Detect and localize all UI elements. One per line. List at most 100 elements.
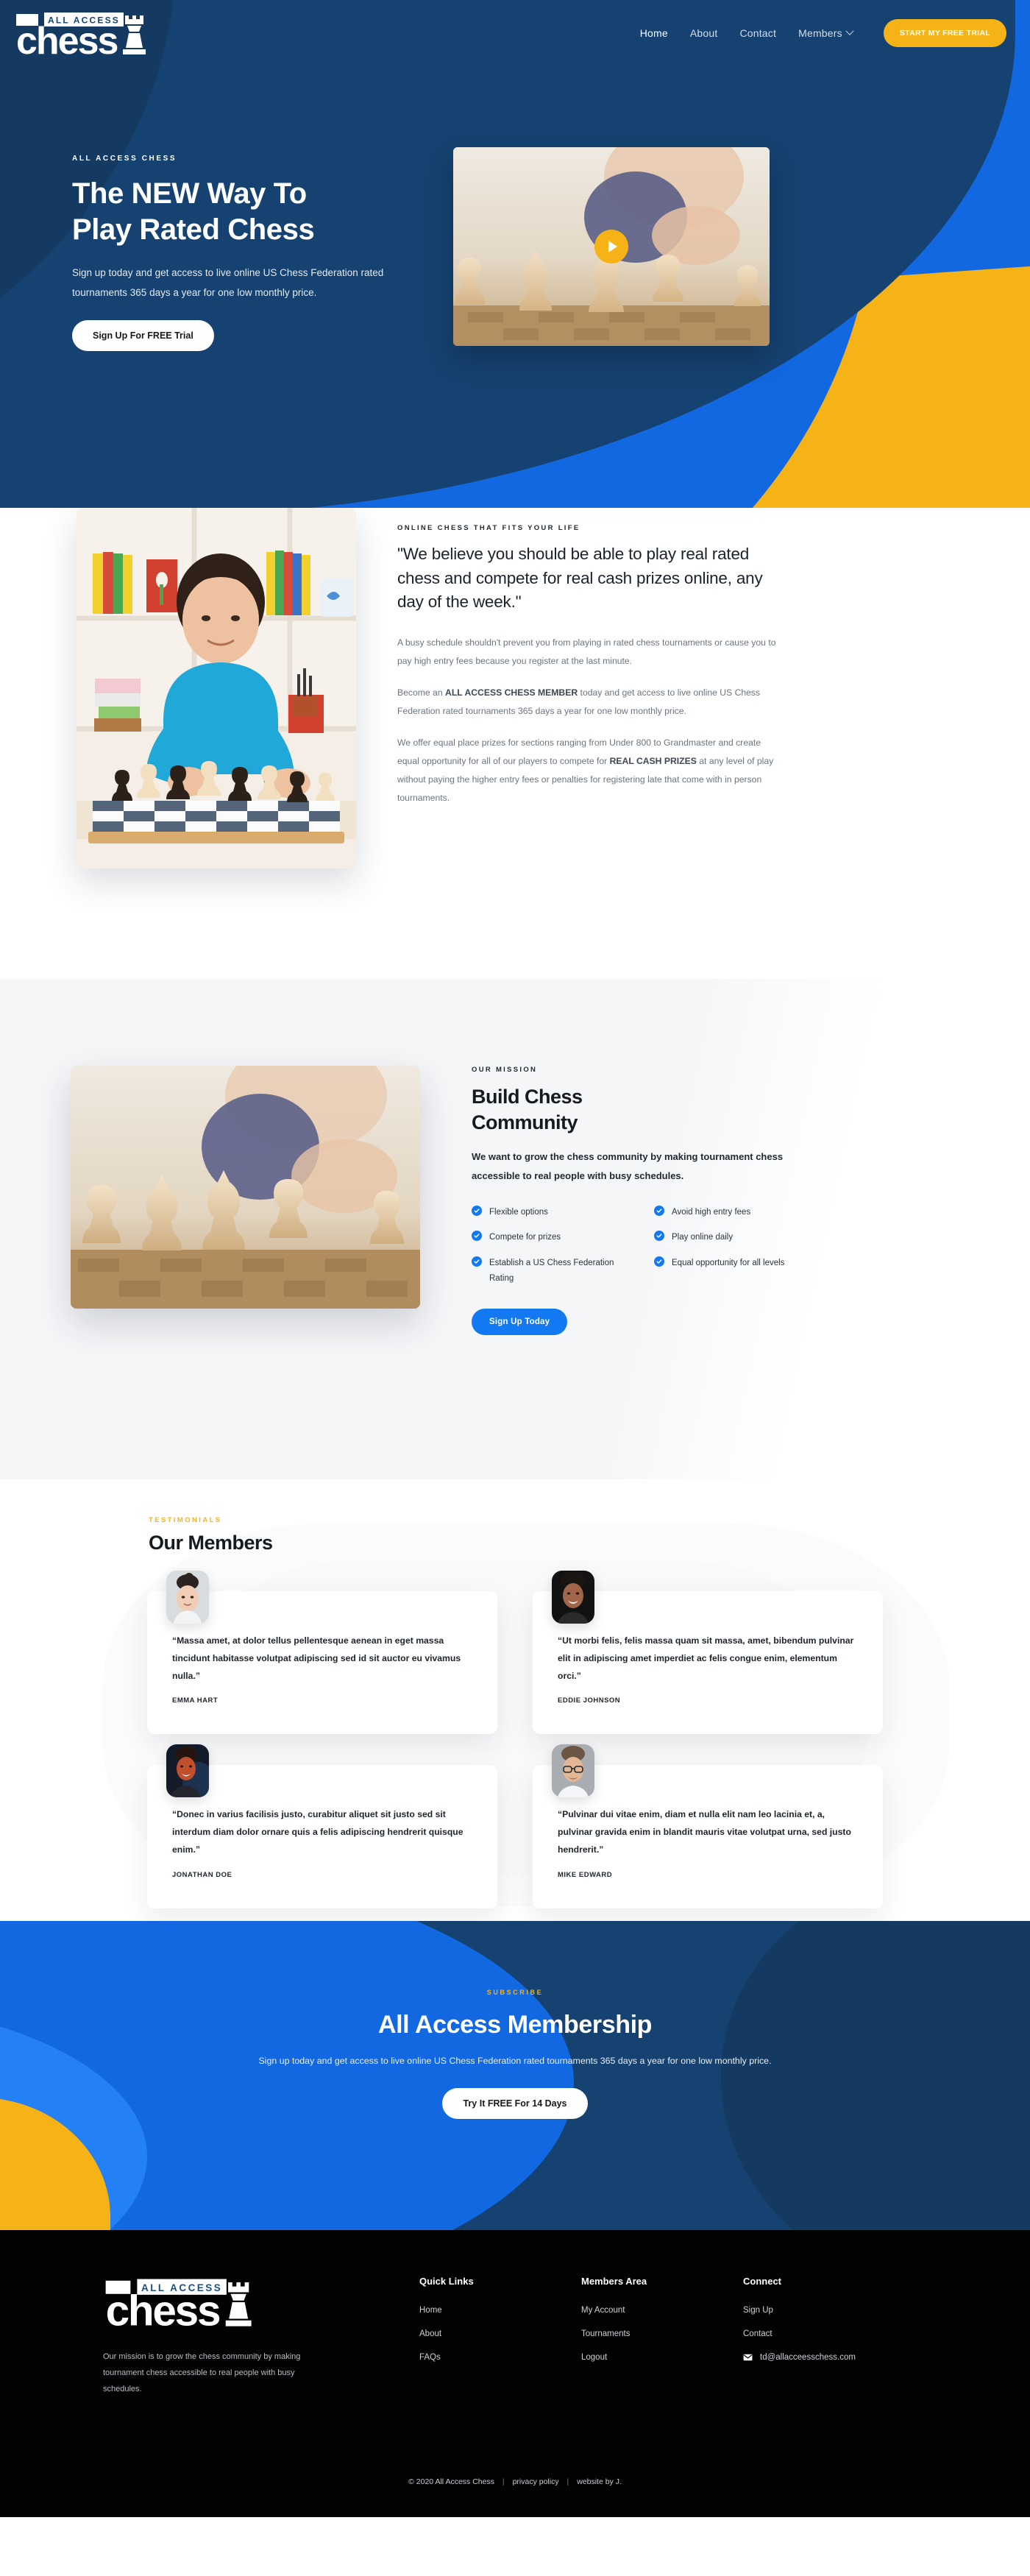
testimonials-eyebrow: TESTIMONIALS [149,1516,222,1524]
avatar-image-eddie-johnson [552,1571,594,1624]
footer-email-link[interactable]: td@allacceesschess.com [743,2353,876,2362]
copyright-separator: | [502,2477,505,2486]
quote-p3-bold: REAL CASH PRIZES [609,755,697,766]
copyright-separator: | [566,2477,569,2486]
testimonial-card: “Donec in varius facilisis justo, curabi… [147,1744,497,1908]
hero-title-line-2: Play Rated Chess [72,213,315,246]
feature-label: Flexible options [489,1208,548,1217]
nav-link-home[interactable]: Home [640,27,668,39]
mission-title-line-2: Community [472,1111,578,1134]
hero-title: The NEW Way To Play Rated Chess [72,176,412,248]
privacy-policy-link[interactable]: privacy policy [513,2477,559,2486]
testimonial-author: EMMA HART [172,1696,219,1705]
hero-signup-button[interactable]: Sign Up For FREE Trial [72,319,214,351]
feature-item: Play online daily [654,1230,817,1245]
feature-label: Establish a US Chess Federation Rating [489,1258,614,1283]
testimonials-title: Our Members [149,1532,273,1554]
nav-link-members[interactable]: Members [798,26,854,39]
footer-column-quick-links: Quick Links Home About FAQs [419,2276,530,2377]
mission-lead: We want to grow the chess community by m… [472,1151,784,1182]
footer-link-home[interactable]: Home [419,2306,530,2315]
nav-link-about[interactable]: About [690,27,718,39]
quote-content: ONLINE CHESS THAT FITS YOUR LIFE "We bel… [59,508,971,868]
testimonial-card: “Massa amet, at dolor tellus pellentesqu… [147,1571,497,1735]
hero-title-line-1: The NEW Way To [72,177,307,210]
subscribe-text: Sign up today and get access to live onl… [258,2056,772,2066]
boy-playing-chess-photo [77,508,356,868]
mission-signup-button[interactable]: Sign Up Today [472,1309,568,1336]
mission-title: Build Chess Community [472,1084,817,1136]
mission-section: OUR MISSION Build Chess Community We wan… [0,979,1030,1479]
landing-page: ALL ACCESS chess Home About Contact Memb… [0,0,1030,2517]
footer-link-about[interactable]: About [419,2329,530,2338]
mission-eyebrow: OUR MISSION [472,1066,538,1074]
feature-item: Compete for prizes [472,1230,635,1245]
subscribe-content: SUBSCRIBE All Access Membership Sign up … [0,1921,1030,2119]
footer-link-tournaments[interactable]: Tournaments [581,2329,692,2338]
subscribe-section: SUBSCRIBE All Access Membership Sign up … [0,1921,1030,2230]
feature-label: Compete for prizes [489,1233,561,1242]
footer-link-my-account[interactable]: My Account [581,2306,692,2315]
nav-links: Home About Contact Members START MY FREE… [640,19,1006,47]
footer-logo[interactable]: ALL ACCESS chess [103,2279,259,2335]
quote-p2-bold: ALL ACCESS CHESS MEMBER [445,687,578,698]
check-icon [654,1231,664,1242]
chess-board-illustration [71,1066,420,1309]
play-button[interactable] [594,230,628,263]
feature-item: Flexible options [472,1205,635,1220]
footer-content: ALL ACCESS chess Our mission is to grow … [103,2230,927,2397]
testimonial-quote: “Ut morbi felis, felis massa quam sit ma… [558,1635,854,1681]
quote-paragraph-3: We offer equal place prizes for sections… [397,734,780,807]
avatar [552,1744,594,1798]
footer-link-contact[interactable]: Contact [743,2329,876,2338]
footer-link-logout[interactable]: Logout [581,2353,692,2362]
quote-paragraph-2: Become an ALL ACCESS CHESS MEMBER today … [397,684,780,721]
feature-label: Play online daily [672,1233,734,1242]
footer-column-heading: Connect [743,2276,781,2287]
svg-text:chess: chess [16,20,118,57]
testimonial-quote: “Pulvinar dui vitae enim, diam et nulla … [558,1809,851,1855]
footer-link-sign-up[interactable]: Sign Up [743,2306,876,2315]
footer-column-heading: Members Area [581,2276,647,2287]
testimonial-quote: “Donec in varius facilisis justo, curabi… [172,1809,464,1855]
hero-copy: ALL ACCESS CHESS The NEW Way To Play Rat… [59,155,412,351]
chevron-down-icon [845,26,854,35]
feature-label: Avoid high entry fees [672,1208,751,1217]
testimonial-author: EDDIE JOHNSON [558,1696,621,1705]
feature-item: Establish a US Chess Federation Rating [472,1256,635,1287]
avatar-image-jonathan-doe [166,1744,209,1798]
quote-section: ONLINE CHESS THAT FITS YOUR LIFE "We bel… [0,508,1030,979]
footer-brand: ALL ACCESS chess Our mission is to grow … [103,2276,368,2397]
play-icon [608,241,617,252]
copyright-text: © 2020 All Access Chess [408,2477,494,2486]
start-free-trial-button[interactable]: START MY FREE TRIAL [883,19,1006,47]
mission-copy: OUR MISSION Build Chess Community We wan… [472,1066,817,1336]
testimonial-card: “Ut morbi felis, felis massa quam sit ma… [533,1571,883,1735]
testimonials-content: TESTIMONIALS Our Members “Massa amet, at… [147,1479,883,1908]
chess-logo-icon: ALL ACCESS chess [105,2279,252,2335]
footer-column-heading: Quick Links [419,2276,474,2287]
nav-link-contact[interactable]: Contact [739,27,776,39]
testimonials-section: TESTIMONIALS Our Members “Massa amet, at… [0,1479,1030,1921]
quote-p2-pre: Become an [397,687,446,698]
quote-eyebrow: ONLINE CHESS THAT FITS YOUR LIFE [397,524,580,532]
hero-video-thumbnail[interactable] [453,147,770,346]
website-credit-link[interactable]: website by J. [577,2477,622,2486]
testimonial-card: “Pulvinar dui vitae enim, diam et nulla … [533,1744,883,1908]
avatar [552,1571,594,1624]
subscribe-eyebrow: SUBSCRIBE [486,1989,544,1996]
quote-copy: ONLINE CHESS THAT FITS YOUR LIFE "We bel… [397,508,780,821]
testimonial-author: JONATHAN DOE [172,1870,232,1879]
testimonial-quote: “Massa amet, at dolor tellus pellentesqu… [172,1635,461,1681]
subscribe-trial-button[interactable]: Try It FREE For 14 Days [442,2088,588,2119]
site-logo[interactable]: ALL ACCESS chess [15,10,152,57]
avatar-image-mike-edward [552,1744,594,1798]
feature-item: Avoid high entry fees [654,1205,817,1220]
hero-subtitle: Sign up today and get access to live onl… [72,266,384,298]
footer-link-faqs[interactable]: FAQs [419,2353,530,2362]
quote-paragraph-1: A busy schedule shouldn't prevent you fr… [397,637,776,666]
svg-text:chess: chess [106,2287,220,2329]
testimonial-author: MIKE EDWARD [558,1870,613,1879]
chess-board-photo [71,1066,420,1309]
hero-eyebrow: ALL ACCESS CHESS [72,155,177,163]
